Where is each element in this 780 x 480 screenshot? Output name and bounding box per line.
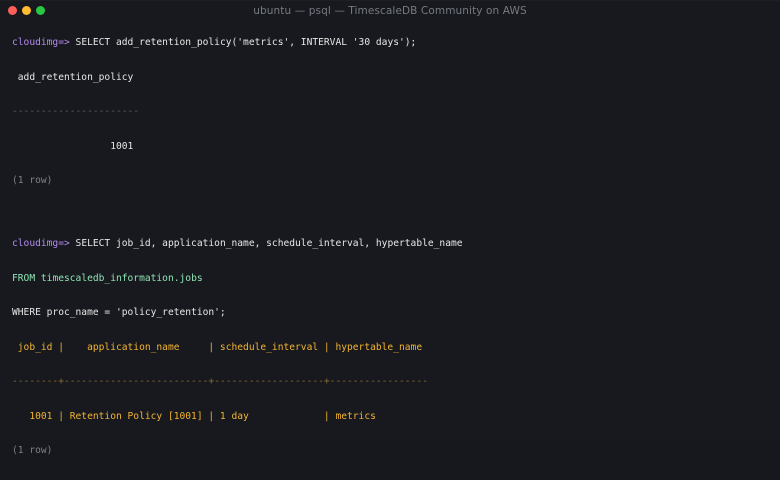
prompt: cloudimg=> [12, 37, 70, 48]
command-line-2: cloudimg=> SELECT job_id, application_na… [12, 238, 768, 250]
row-count: (1 row) [12, 445, 53, 456]
sql-keyword: FROM [12, 272, 41, 284]
command-line-1: cloudimg=> SELECT add_retention_policy('… [12, 37, 768, 49]
command-line-2-from: FROM timescaledb_information.jobs [12, 273, 768, 285]
command-text: SELECT job_id, application_name, schedul… [69, 238, 463, 249]
command-text: SELECT add_retention_policy('metrics', I… [69, 37, 417, 48]
result-separator: --------+-------------------------+-----… [12, 376, 428, 387]
command-line-2-where: WHERE proc_name = 'policy_retention'; [12, 307, 226, 318]
prompt: cloudimg=> [12, 238, 70, 249]
window-title: ubuntu — psql — TimescaleDB Community on… [253, 5, 527, 17]
result-separator: ---------------------- [12, 106, 140, 117]
sql-table-name: timescaledb_information.jobs [40, 272, 203, 284]
terminal-output[interactable]: cloudimg=> SELECT add_retention_policy('… [0, 1, 780, 480]
result-header: job_id | application_name | schedule_int… [12, 341, 423, 353]
table-row: 1001 | Retention Policy [1001] | 1 day |… [12, 410, 376, 422]
row-count: (1 row) [12, 175, 53, 186]
result-value: 1001 [12, 140, 134, 152]
title-bar: ubuntu — psql — TimescaleDB Community on… [0, 0, 780, 17]
terminal-window: ubuntu — psql — TimescaleDB Community on… [0, 0, 780, 456]
result-header: add_retention_policy [12, 71, 134, 83]
